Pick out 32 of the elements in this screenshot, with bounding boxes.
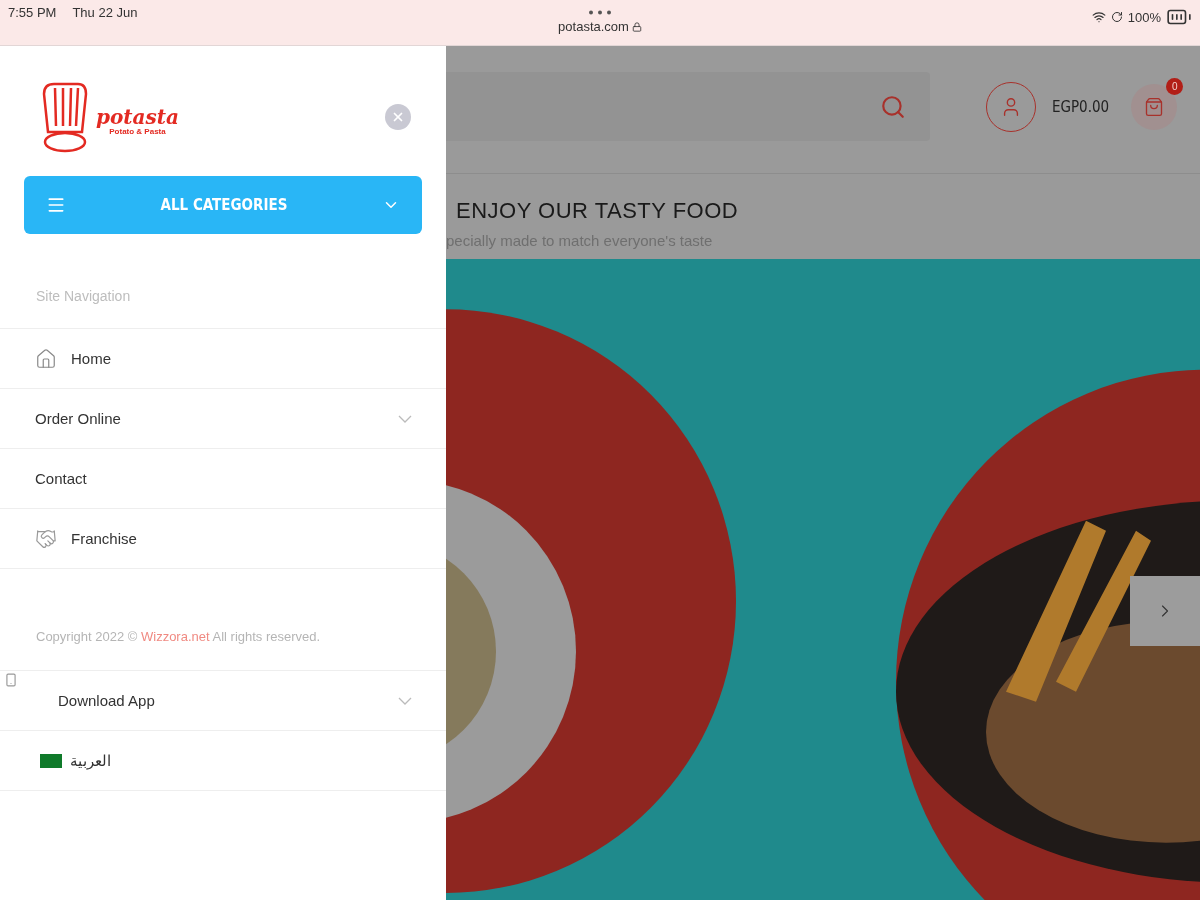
flag-icon (40, 753, 62, 768)
brand-tagline: Potato & Pasta (109, 126, 166, 136)
chevron-down-icon (398, 414, 412, 423)
section-title: Site Navigation (35, 287, 132, 306)
rotation-lock-icon (1110, 11, 1123, 23)
copyright-text: Copyright 2022 © Wizzora.net All rights reserved. (35, 628, 322, 646)
wifi-icon (1091, 10, 1106, 24)
menu-item[interactable]: العربية (0, 731, 446, 791)
cart-total: EGP0.00 (1052, 97, 1110, 116)
menu-item[interactable]: Home (0, 328, 446, 389)
handshake-icon (35, 527, 57, 550)
search-field[interactable] (446, 72, 930, 141)
close-button[interactable] (385, 104, 411, 130)
section-heading: ENJOY OUR TASTY FOOD (456, 198, 740, 224)
brand-name: potasta (96, 106, 179, 127)
search-icon (880, 93, 906, 120)
phone-icon (4, 673, 18, 687)
chevron-down-icon (398, 696, 412, 705)
battery-percent: 100% (1127, 9, 1161, 25)
home-icon (35, 347, 57, 370)
cart-count-badge: 0 (1166, 77, 1184, 95)
status-date: Thu 22 Jun (72, 5, 138, 20)
cart-button[interactable] (1131, 83, 1178, 130)
menu-item[interactable]: Franchise (0, 509, 446, 569)
shopping-bag-icon (1144, 96, 1165, 117)
status-time: 7:55 PM (8, 5, 57, 20)
menu-icon (46, 195, 66, 215)
more-dots-icon[interactable] (588, 10, 612, 15)
address-url[interactable]: potasta.com (558, 19, 629, 34)
close-icon (391, 110, 405, 124)
lock-icon (631, 21, 642, 32)
menu-item[interactable]: Download App (0, 670, 446, 731)
